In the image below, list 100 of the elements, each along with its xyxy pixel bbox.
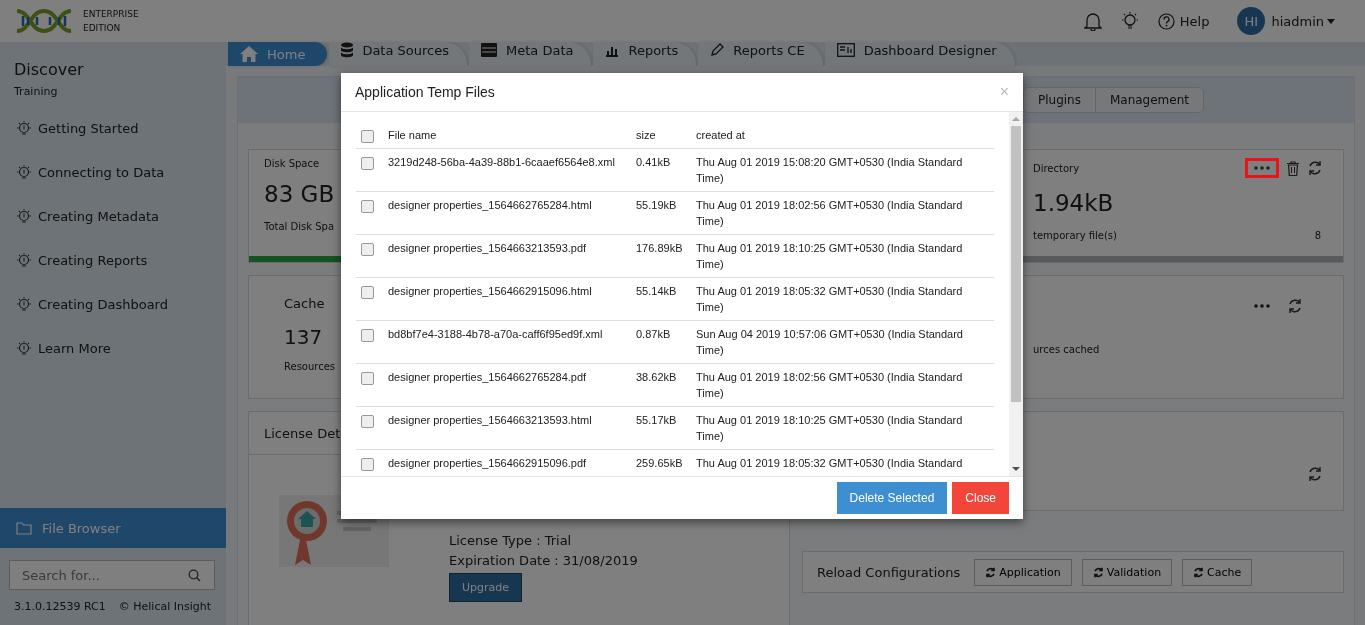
table-cell-text: 38.62kB [636,370,678,385]
table-cell-text: 0.87kB [636,327,672,342]
table-cell-text: 55.19kB [636,198,678,213]
more-icon [1252,165,1272,171]
column-header: File name [388,128,438,143]
edition-label: ENTERPRISE [83,8,139,21]
tab[interactable]: Dashboard Designer [824,42,1015,66]
stat-value: 1.94kB [1033,190,1114,216]
stat-caption: Total Disk Spa [264,221,334,232]
select-all-checkbox[interactable] [361,130,374,143]
column-header: size [636,128,657,143]
refresh-icon[interactable] [1287,298,1303,314]
stat-caption: urces cached [1033,344,1100,355]
table-cell-text: Thu Aug 01 2019 18:05:32 GMT+0530 (India Standard Time) [696,284,964,315]
row-checkbox[interactable] [361,415,374,428]
table-cell-text: 176.89kB [636,241,684,256]
lightbulb-icon [16,119,32,137]
caret-icon[interactable] [1327,18,1335,24]
table-cell-text: designer properties_1564663213593.pdf [388,241,588,256]
row-checkbox[interactable] [361,243,374,256]
sidebar-item[interactable]: Creating Dashboard [38,296,168,312]
sidebar-subtitle: Training [13,84,59,100]
lightbulb-icon[interactable] [1119,11,1140,31]
user-menu[interactable]: hiadmin [1271,13,1324,29]
table-cell-text: designer properties_1564662915096.html [388,284,593,299]
reload-button[interactable]: Application [974,558,1072,586]
dashboard-icon [836,43,855,57]
delete-selected-button[interactable]: Delete Selected [836,482,948,514]
license-info: Expiration Date : 31/08/2019 [449,553,638,568]
table-cell-text: Thu Aug 01 2019 18:02:56 GMT+0530 (India Standard Time) [696,198,964,229]
folder-icon [16,521,32,535]
table-cell-text: 0.41kB [636,155,672,170]
tab[interactable]: Reports [593,42,697,66]
card-title: Cache [284,296,325,311]
table-cell-text: Thu Aug 01 2019 18:10:25 GMT+0530 (India Standard Time) [696,241,964,272]
stat-caption: Resources [284,361,336,372]
sidebar-item[interactable]: Creating Metadata [38,208,159,224]
table-cell-text: Thu Aug 01 2019 18:05:32 GMT+0530 (India Standard [696,456,964,471]
file-count: 8 [1314,230,1321,241]
search-icon[interactable] [188,569,201,582]
row-checkbox[interactable] [361,286,374,299]
tab[interactable]: Meta Data [469,42,592,66]
database-icon [341,42,354,58]
sidebar-item[interactable]: Learn More [38,340,111,356]
refresh-icon[interactable] [1307,466,1323,482]
lightbulb-icon [16,251,32,269]
sidebar-item[interactable]: Connecting to Data [38,164,165,180]
table-cell-text: designer properties_1564662765284.pdf [388,370,588,385]
search-field[interactable]: Search for... [9,560,215,590]
card-title: License Det [264,425,341,441]
help-link[interactable]: Help [1179,13,1210,29]
sub-tab[interactable]: Plugins [1023,88,1095,112]
row-checkbox[interactable] [361,157,374,170]
row-checkbox[interactable] [361,458,374,471]
sidebar-item[interactable]: Creating Reports [38,252,148,268]
sub-tab[interactable]: Management [1094,88,1203,112]
reload-button[interactable]: Validation [1081,558,1173,586]
card-title: Reload Configurations [817,564,961,580]
dialog-title: Application Temp Files [355,84,495,100]
lightbulb-icon [16,339,32,357]
refresh-icon [1193,566,1205,578]
table-cell-text: Thu Aug 01 2019 18:02:56 GMT+0530 (India Standard Time) [696,370,964,401]
trash-icon[interactable] [1287,160,1299,176]
table-cell-text: 55.14kB [636,284,678,299]
reload-button[interactable]: Cache [1182,558,1253,586]
bell-icon[interactable] [1083,11,1102,31]
tab[interactable]: Home [228,42,328,66]
close-button[interactable]: Close [952,482,1009,514]
stat-value: 83 GB [264,181,335,207]
table-cell-text: designer properties_1564662765284.html [388,198,593,213]
license-info: License Type : Trial [449,533,572,548]
home-icon [240,46,258,62]
refresh-icon [1092,566,1104,578]
tab[interactable]: Data Sources [329,42,467,66]
table-cell-text: 3219d248-56ba-4a39-88b1-6caaef6564e8.xml [388,155,616,170]
file-browser-item[interactable]: File Browser [0,508,226,548]
more-icon [1252,303,1272,309]
table-cell-text: Thu Aug 01 2019 18:10:25 GMT+0530 (India Standard Time) [696,413,964,444]
lightbulb-icon [16,163,32,181]
table-cell-text: bd8bf7e4-3188-4b78-a70a-caff6f95ed9f.xml [388,327,604,342]
sidebar-title: Discover [13,59,85,79]
row-checkbox[interactable] [361,329,374,342]
lightbulb-icon [16,295,32,313]
sidebar-item[interactable]: Getting Started [38,120,139,136]
card-title: Disk Space [264,158,320,169]
refresh-icon [985,566,997,578]
upgrade-button[interactable]: Upgrade [449,573,523,602]
stat-value: 137 [284,325,323,349]
help-icon[interactable] [1157,12,1175,30]
copyright-label: © Helical Insight [118,600,211,613]
row-checkbox[interactable] [361,372,374,385]
row-checkbox[interactable] [361,200,374,213]
table-cell-text: Thu Aug 01 2019 15:08:20 GMT+0530 (India Standard Time) [696,155,964,186]
card-title: Directory [1033,162,1080,174]
more-button[interactable] [1245,158,1279,178]
tab[interactable]: Reports CE [698,42,823,66]
table-cell-text: 259.65kB [636,456,684,471]
user-avatar[interactable]: HI [1237,7,1266,35]
table-cell-text: 55.17kB [636,413,678,428]
refresh-icon[interactable] [1307,160,1323,176]
